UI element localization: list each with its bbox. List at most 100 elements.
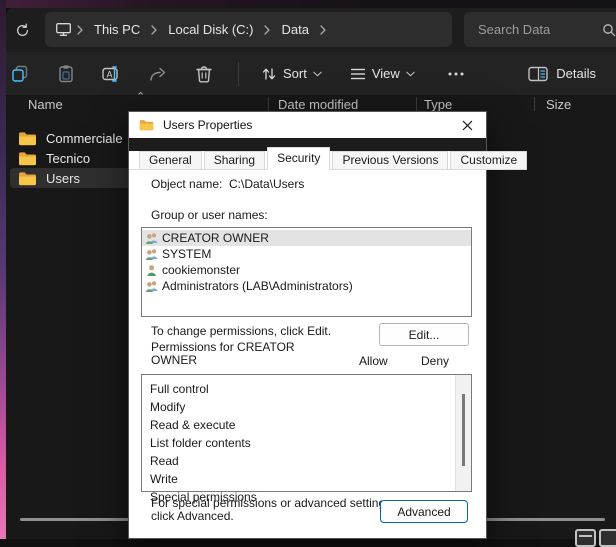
scrollbar-thumb[interactable] (462, 394, 465, 466)
details-label: Details (556, 66, 596, 81)
edit-hint: To change permissions, click Edit. (151, 324, 331, 338)
edit-button[interactable]: Edit... (379, 323, 469, 346)
permission-row-read[interactable]: Read (142, 452, 471, 470)
group-row-system[interactable]: SYSTEM (142, 246, 471, 262)
address-bar[interactable]: This PC Local Disk (C:) Data (45, 12, 452, 47)
dialog-title: Users Properties (163, 118, 458, 132)
dialog-tabstrip: GeneralSharingSecurityPrevious VersionsC… (129, 151, 486, 169)
permission-row-full-control[interactable]: Full control (142, 380, 471, 398)
column-header-type[interactable]: Type (424, 97, 452, 112)
permission-name: List folder contents (150, 436, 251, 450)
view-button[interactable]: View (344, 62, 421, 85)
wallpaper-top-edge (0, 0, 616, 8)
advanced-button[interactable]: Advanced (380, 500, 468, 523)
column-header-name[interactable]: Name (28, 97, 63, 112)
permission-row-read-execute[interactable]: Read & execute (142, 416, 471, 434)
permission-row-list-folder-contents[interactable]: List folder contents (142, 434, 471, 452)
folder-icon (18, 171, 37, 186)
column-divider[interactable] (416, 97, 417, 111)
more-options-button[interactable] (439, 67, 473, 81)
column-header-size[interactable]: Size (546, 97, 571, 112)
sort-button[interactable]: Sort (255, 62, 328, 86)
group-icon (145, 248, 159, 261)
folder-name: Tecnico (46, 151, 90, 166)
column-divider[interactable] (534, 97, 535, 111)
refresh-button[interactable] (8, 17, 36, 43)
group-row-administrators-lab-administrators[interactable]: Administrators (LAB\Administrators) (142, 278, 471, 294)
users-properties-dialog: Users Properties GeneralSharingSecurityP… (128, 111, 487, 539)
permission-name: Read (150, 454, 179, 468)
chevron-right-icon (320, 25, 326, 35)
tab-general[interactable]: General (139, 151, 202, 170)
search-box[interactable]: Search Data (464, 12, 616, 47)
tab-sharing[interactable]: Sharing (204, 151, 265, 170)
tab-customize[interactable]: Customize (450, 151, 527, 170)
dialog-title-bar[interactable]: Users Properties (129, 112, 486, 138)
svg-text:A: A (107, 69, 113, 79)
security-tab-page: Object name: C:\Data\Users Group or user… (129, 169, 486, 538)
vertical-scrollbar[interactable] (455, 375, 471, 491)
column-header-date-modified[interactable]: Date modified (278, 97, 358, 112)
breadcrumb-segment: This PC (88, 19, 162, 40)
permission-name: Modify (150, 400, 185, 414)
breadcrumb: This PC Local Disk (C:) Data (88, 19, 331, 40)
view-label: View (372, 66, 400, 81)
folder-icon (18, 151, 37, 166)
principal-name: CREATOR OWNER (162, 231, 269, 245)
address-bar-row: This PC Local Disk (C:) Data Search Data (6, 8, 616, 52)
delete-button[interactable] (192, 62, 216, 86)
details-view-toggle-icon[interactable] (575, 529, 596, 547)
group-row-creator-owner[interactable]: CREATOR OWNER (142, 230, 471, 246)
user-icon (145, 264, 159, 277)
ellipsis-icon (447, 71, 465, 77)
permission-row-write[interactable]: Write (142, 470, 471, 488)
close-button[interactable] (458, 116, 476, 134)
view-icon (350, 67, 366, 81)
this-pc-icon (55, 22, 72, 37)
chevron-down-icon (313, 71, 322, 77)
chevron-right-icon (77, 25, 83, 35)
breadcrumb-segment: Local Disk (C:) (162, 19, 275, 40)
copy-icon (10, 64, 30, 84)
principal-name: cookiemonster (162, 263, 240, 277)
paste-button[interactable] (54, 62, 78, 86)
search-placeholder: Search Data (478, 22, 602, 37)
chevron-right-icon (264, 25, 270, 35)
column-divider[interactable] (268, 97, 269, 111)
object-name-value: C:\Data\Users (229, 177, 304, 191)
rename-icon: A (101, 64, 123, 84)
breadcrumb-item-local-disk-c[interactable]: Local Disk (C:) (162, 19, 259, 40)
deny-column-label: Deny (421, 354, 449, 368)
details-button[interactable]: Details (522, 62, 602, 86)
share-icon (148, 64, 168, 84)
group-user-names-list[interactable]: CREATOR OWNER SYSTEM cookiemonster Admin… (141, 227, 472, 317)
close-icon (462, 120, 473, 131)
tab-security[interactable]: Security (267, 147, 330, 170)
rename-button[interactable]: A (100, 62, 124, 86)
tab-previous-versions[interactable]: Previous Versions (332, 151, 448, 170)
permission-row-modify[interactable]: Modify (142, 398, 471, 416)
permissions-for-label-line2: OWNER (151, 354, 295, 367)
icons-view-toggle-icon[interactable] (599, 529, 616, 547)
permission-name: Read & execute (150, 418, 235, 432)
folder-icon (18, 131, 37, 146)
trash-icon (194, 64, 214, 84)
group-icon (145, 280, 159, 293)
copy-button[interactable] (8, 62, 32, 86)
details-pane-icon (528, 66, 548, 82)
advanced-hint-line2: click Advanced. (151, 510, 394, 523)
permissions-list[interactable]: Full control Modify Read & execute List … (141, 374, 472, 492)
toolbar-divider (238, 62, 239, 86)
principal-name: Administrators (LAB\Administrators) (162, 279, 353, 293)
breadcrumb-item-this-pc[interactable]: This PC (88, 19, 146, 40)
chevron-down-icon (406, 71, 415, 77)
allow-column-label: Allow (359, 354, 388, 368)
chevron-right-icon (151, 25, 157, 35)
share-button[interactable] (146, 62, 170, 86)
permission-name: Full control (150, 382, 209, 396)
breadcrumb-segment: Data (275, 19, 330, 40)
sort-icon (261, 66, 277, 82)
breadcrumb-item-data[interactable]: Data (275, 19, 314, 40)
group-row-cookiemonster[interactable]: cookiemonster (142, 262, 471, 278)
command-toolbar: A Sort View Details (6, 52, 616, 96)
